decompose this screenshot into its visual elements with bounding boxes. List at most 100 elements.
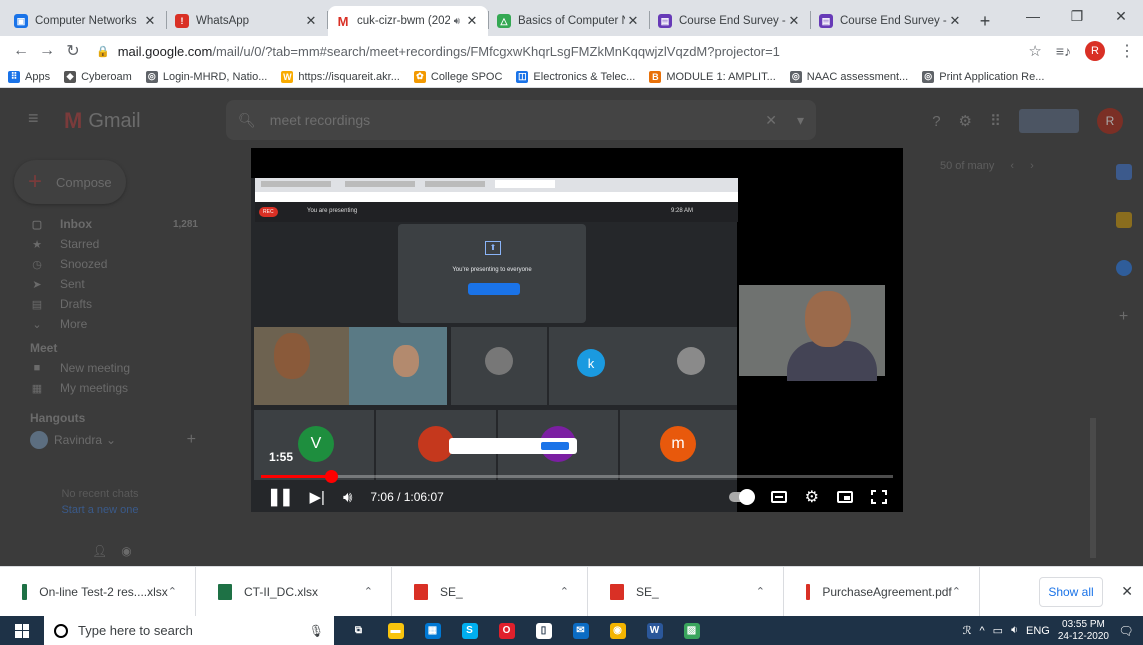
store-taskbar-button[interactable]: ▦ — [414, 616, 451, 645]
restore-icon[interactable]: ❐ — [1055, 0, 1099, 32]
next-icon[interactable]: ▶| — [310, 488, 325, 506]
notifications-icon[interactable]: 🗨︎ — [1117, 622, 1135, 640]
show-hidden-icons[interactable]: ^ — [979, 625, 984, 637]
main-menu-icon[interactable]: ≡ — [28, 108, 39, 129]
mail-search-bar[interactable]: 🔍︎ meet recordings ✕ ▾ — [226, 100, 816, 140]
excel-photos-taskbar-button[interactable]: ▨ — [673, 616, 710, 645]
nav-item-snoozed[interactable]: ◷ Snoozed — [0, 254, 210, 274]
menu-more-icon[interactable]: ⋮ — [1119, 41, 1135, 61]
clear-search-icon[interactable]: ✕ — [765, 112, 777, 129]
volume-tray-icon[interactable]: 🔉︎ — [1011, 624, 1018, 637]
bookmark-item[interactable]: ◆ Cyberoam — [64, 70, 132, 83]
captions-icon[interactable] — [770, 491, 787, 503]
bookmark-item[interactable]: Whttps://isquareit.akr... — [281, 70, 400, 83]
add-addon-icon[interactable]: + — [1104, 308, 1143, 326]
tab-close-icon[interactable]: ✕ — [786, 13, 802, 29]
calendar-icon[interactable] — [1115, 164, 1132, 180]
tab-close-icon[interactable]: ✕ — [142, 13, 158, 29]
bookmark-star-icon[interactable]: ☆ — [1028, 42, 1041, 60]
microphone-icon[interactable]: 🎙︎ — [309, 624, 324, 638]
bookmark-item[interactable]: ✿ College SPOC — [413, 70, 502, 83]
search-icon[interactable]: 🔍︎ — [238, 112, 256, 129]
tab-close-icon[interactable]: ✕ — [947, 13, 963, 29]
taskbar-search[interactable]: Type here to search 🎙︎ — [44, 616, 334, 645]
settings-gear-icon[interactable]: ⚙ — [959, 112, 972, 130]
browser-tab[interactable]: ▣ Computer Networks ✕ — [6, 6, 166, 36]
chat-bubble-icon[interactable]: ◉ — [121, 544, 131, 558]
skype-taskbar-button[interactable]: S — [451, 616, 488, 645]
bookmark-item[interactable]: B MODULE 1: AMPLIT... — [649, 70, 776, 83]
file-explorer-taskbar-button[interactable]: ▬ — [377, 616, 414, 645]
minimize-icon[interactable]: — — [1011, 0, 1055, 32]
progress-bar[interactable] — [261, 470, 893, 483]
reload-icon[interactable]: ↻ — [60, 41, 86, 61]
browser-tab[interactable]: ▤ Course End Survey - Cl✕ — [811, 6, 971, 36]
people-icon[interactable]: ℛ — [963, 624, 972, 637]
tab-close-icon[interactable]: ✕ — [625, 13, 641, 29]
nav-item-inbox[interactable]: ▢ Inbox 1,281 — [0, 214, 210, 234]
bookmark-item[interactable]: ◎ NAAC assessment... — [789, 70, 908, 83]
start-button[interactable] — [0, 623, 44, 638]
fullscreen-icon[interactable] — [871, 490, 887, 504]
show-all-button[interactable]: Show all — [1039, 577, 1103, 607]
nav-item-drafts[interactable]: ▤ Drafts — [0, 294, 210, 314]
video-player[interactable]: REC You are presenting 9:28 AM ⬆ You're … — [251, 148, 903, 512]
download-item[interactable]: SE_ ⌃ — [588, 566, 784, 617]
forward-icon[interactable]: → — [34, 42, 60, 60]
task-view-taskbar-button[interactable]: ⧉ — [340, 616, 377, 645]
gmail-logo[interactable]: M Gmail — [64, 108, 141, 134]
language-indicator[interactable]: ENG — [1026, 625, 1050, 637]
account-avatar[interactable]: R — [1097, 108, 1123, 134]
meet-item[interactable]: ▦ My meetings — [0, 378, 210, 398]
person-icon[interactable]: 👤︎ — [92, 544, 107, 558]
bookmark-item[interactable]: ◎ Login-MHRD, Natio... — [145, 70, 267, 83]
chevron-up-icon[interactable]: ⌃ — [168, 585, 177, 598]
help-icon[interactable]: ? — [932, 113, 940, 130]
back-icon[interactable]: ← — [8, 42, 34, 60]
volume-icon[interactable]: 🔊︎ — [343, 489, 352, 506]
download-item[interactable]: SE_ ⌃ — [392, 566, 588, 617]
pause-icon[interactable]: ❚❚ — [267, 487, 293, 507]
chevron-up-icon[interactable]: ⌃ — [952, 585, 961, 598]
tab-close-icon[interactable]: ✕ — [464, 13, 480, 29]
miniplayer-icon[interactable] — [837, 491, 853, 503]
tab-close-icon[interactable]: ✕ — [303, 13, 319, 29]
mail-taskbar-button[interactable]: ✉ — [562, 616, 599, 645]
apps-grid-icon[interactable]: ⠿ — [990, 112, 1001, 130]
compose-button[interactable]: + Compose — [14, 160, 126, 204]
notepad-taskbar-button[interactable]: ▯ — [525, 616, 562, 645]
download-item[interactable]: PurchaseAgreement.pdf ⌃ — [784, 566, 980, 617]
tab-audio-icon[interactable]: 🔊︎ — [454, 16, 460, 27]
close-window-icon[interactable]: ✕ — [1099, 0, 1143, 32]
close-downloads-icon[interactable]: ✕ — [1121, 583, 1133, 600]
download-item[interactable]: On-line Test-2 res....xlsx ⌃ — [0, 566, 196, 617]
bookmark-item[interactable]: ◎ Print Application Re... — [922, 70, 1044, 83]
keep-icon[interactable] — [1115, 212, 1132, 228]
download-item[interactable]: CT-II_DC.xlsx ⌃ — [196, 566, 392, 617]
add-chat-icon[interactable]: + — [187, 431, 196, 449]
browser-tab[interactable]: △ Basics of Computer Net✕ — [489, 6, 649, 36]
search-options-icon[interactable]: ▾ — [797, 112, 804, 129]
scrollbar[interactable] — [1090, 418, 1096, 558]
opera-taskbar-button[interactable]: O — [488, 616, 525, 645]
network-icon[interactable]: ▭ — [993, 624, 1003, 637]
next-page-icon[interactable]: › — [1030, 160, 1034, 172]
media-control-icon[interactable]: ≡♪ — [1056, 43, 1071, 59]
chrome-taskbar-button[interactable]: ◉ — [599, 616, 636, 645]
start-new-chat-link[interactable]: Start a new one — [40, 502, 160, 518]
url-field[interactable]: 🔒 mail.google.com/mail/u/0/?tab=mm#searc… — [86, 38, 1018, 64]
chevron-up-icon[interactable]: ⌃ — [364, 585, 373, 598]
browser-tab[interactable]: ! WhatsApp ✕ — [167, 6, 327, 36]
clock[interactable]: 03:55 PM 24-12-2020 — [1058, 619, 1109, 643]
hangouts-user[interactable]: Ravindra ⌄ + — [0, 428, 210, 452]
meet-item[interactable]: ■ New meeting — [0, 358, 210, 378]
nav-item-sent[interactable]: ➤ Sent — [0, 274, 210, 294]
chevron-up-icon[interactable]: ⌃ — [756, 585, 765, 598]
new-tab-button[interactable]: + — [971, 6, 999, 36]
nav-item-starred[interactable]: ★ Starred — [0, 234, 210, 254]
autoplay-toggle[interactable] — [728, 489, 755, 505]
browser-tab[interactable]: Mcuk-cizr-bwm (2020 🔊︎ ✕ — [328, 6, 488, 36]
bookmark-item[interactable]: ⠿ Apps — [8, 70, 50, 83]
prev-page-icon[interactable]: ‹ — [1010, 160, 1014, 172]
nav-item-more[interactable]: ⌄ More — [0, 314, 210, 334]
